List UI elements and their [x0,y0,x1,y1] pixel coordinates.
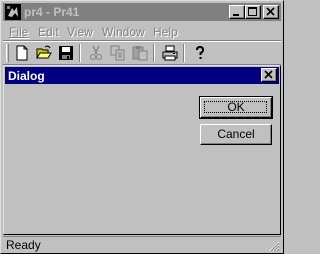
minimize-icon [233,14,239,16]
minimize-button[interactable] [229,5,245,19]
maximize-icon [248,7,257,16]
window-title: pr4 - Pr41 [24,5,80,19]
close-icon [264,70,273,79]
maximize-button[interactable] [245,5,261,19]
app-icon[interactable] [5,4,21,20]
save-icon [59,46,73,60]
menu-window[interactable]: Window [102,25,145,39]
paste-button[interactable] [131,44,149,62]
main-window: pr4 - Pr41 File Edit View Window Help Di… [0,0,284,254]
new-icon [16,45,28,61]
dialog-close-button[interactable] [261,68,277,82]
menu-bar: File Edit View Window Help [3,22,281,40]
close-icon [266,7,275,16]
ok-button[interactable]: OK [199,96,273,119]
paste-icon [132,46,148,61]
new-button[interactable] [13,44,31,62]
dialog-window: Dialog OK Cancel [3,65,281,235]
cut-button[interactable] [87,44,105,62]
open-button[interactable] [35,44,53,62]
menu-help[interactable]: Help [153,25,178,39]
toolbar [3,42,281,64]
open-icon [36,45,52,59]
cancel-button[interactable]: Cancel [200,124,272,145]
print-icon [162,45,178,61]
print-button[interactable] [161,44,179,62]
menu-file[interactable]: File [9,25,28,39]
toolbar-separator [183,44,185,62]
status-text: Ready [6,238,41,252]
menu-view[interactable]: View [67,25,93,39]
help-button[interactable] [191,44,209,62]
toolbar-grip[interactable] [6,44,9,62]
toolbar-separator [79,44,81,62]
toolbar-separator [153,44,155,62]
save-button[interactable] [57,44,75,62]
resize-grip-icon[interactable] [268,240,280,252]
copy-button[interactable] [109,44,127,62]
main-titlebar[interactable]: pr4 - Pr41 [3,3,281,21]
close-button[interactable] [263,5,279,19]
copy-icon [110,45,125,61]
dialog-title: Dialog [8,69,45,83]
help-icon [196,45,205,59]
cut-icon [90,45,102,60]
menu-edit[interactable]: Edit [38,25,59,39]
status-bar: Ready [3,237,281,253]
dialog-titlebar[interactable]: Dialog [5,67,279,84]
